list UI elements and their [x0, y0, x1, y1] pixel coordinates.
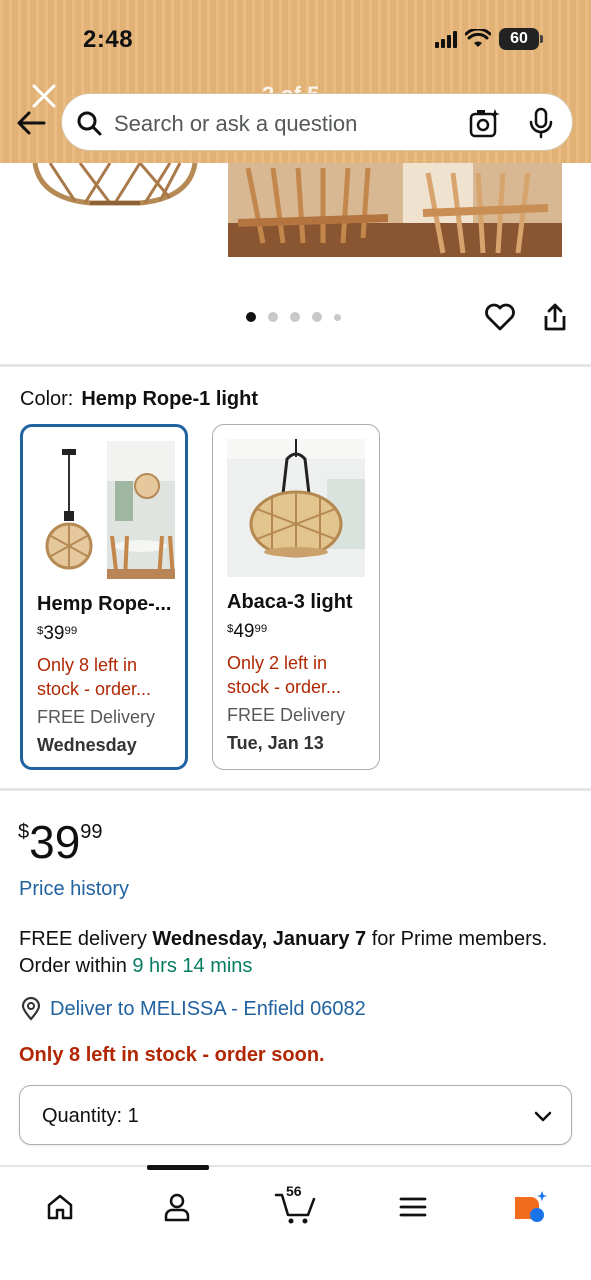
status-time: 2:48 — [83, 26, 134, 53]
variant-delivery: FREE Delivery — [37, 707, 156, 727]
cart-count: 56 — [286, 1183, 302, 1199]
quantity-label: Quantity: 1 — [42, 1105, 139, 1127]
divider — [0, 364, 591, 367]
menu-icon — [399, 1197, 427, 1217]
variant-stock: Only 2 left in stock - order... — [227, 651, 377, 699]
pendant-lamp-image — [32, 163, 198, 206]
variant-price-currency: $ — [227, 623, 234, 635]
variant-price-cents: 99 — [254, 623, 268, 635]
nav-home[interactable] — [40, 1187, 80, 1227]
delivery-info: FREE delivery Wednesday, January 7 for P… — [19, 926, 579, 980]
carousel-dot[interactable] — [268, 312, 278, 322]
variant-price: $4999 — [227, 621, 267, 643]
price-history-link[interactable]: Price history — [19, 878, 129, 901]
product-price: $3999 — [18, 815, 103, 869]
heart-icon[interactable] — [484, 302, 516, 332]
variant-name: Abaca-3 light — [227, 591, 353, 613]
variant-image — [227, 439, 365, 577]
variant-delivery: FREE Delivery — [227, 705, 346, 725]
order-within-prefix: Order within — [19, 955, 133, 977]
variant-delivery-date: Wednesday — [37, 735, 137, 755]
back-arrow-icon[interactable] — [14, 106, 48, 140]
camera-search-icon[interactable] — [468, 107, 500, 139]
microphone-icon[interactable] — [526, 107, 556, 139]
price-cents: 99 — [80, 821, 103, 843]
nav-account[interactable] — [157, 1187, 197, 1227]
nav-active-indicator — [147, 1165, 209, 1170]
status-icons: 60 — [435, 28, 543, 50]
variant-stock-line: Only 2 left in — [227, 653, 328, 673]
variant-stock-line: Only 8 left in — [37, 655, 138, 675]
stock-warning: Only 8 left in stock - order soon. — [19, 1044, 325, 1066]
carousel-pagination[interactable] — [246, 312, 341, 322]
variant-price-cents: 99 — [64, 625, 78, 637]
variant-stock-line: stock - order... — [227, 677, 342, 697]
share-icon[interactable] — [541, 302, 569, 332]
search-icon — [77, 111, 102, 136]
delivery-suffix: for Prime members. — [366, 928, 548, 950]
product-image-carousel[interactable] — [0, 163, 591, 363]
order-within-time: 9 hrs 14 mins — [132, 955, 253, 977]
color-label: Color: Hemp Rope-1 light — [20, 388, 258, 411]
search-input[interactable]: Search or ask a question — [114, 111, 357, 137]
nav-menu[interactable] — [393, 1187, 433, 1227]
variant-stock: Only 8 left in stock - order... — [37, 653, 187, 701]
price-dollars: 39 — [29, 816, 81, 868]
nav-rufus[interactable] — [510, 1187, 550, 1227]
person-icon — [164, 1193, 190, 1222]
variant-price-dollars: 39 — [43, 623, 65, 644]
variant-price-dollars: 49 — [233, 621, 255, 642]
variant-card-hemp-rope[interactable]: Hemp Rope-... $3999 Only 8 left in stock… — [20, 424, 188, 770]
room-photo — [228, 163, 562, 257]
nav-cart[interactable]: 56 — [272, 1183, 320, 1227]
variant-stock-line: stock - order... — [37, 679, 152, 699]
variant-card-abaca[interactable]: Abaca-3 light $4999 Only 2 left in stock… — [212, 424, 380, 770]
location-pin-icon — [21, 997, 41, 1021]
divider — [0, 788, 591, 791]
carousel-dot[interactable] — [290, 312, 300, 322]
delivery-prefix: FREE delivery — [19, 928, 153, 950]
carousel-dot[interactable] — [246, 312, 256, 322]
delivery-date: Wednesday, January 7 — [152, 928, 367, 950]
color-label-text: Color: — [20, 388, 74, 410]
search-bar[interactable]: Search or ask a question — [61, 93, 573, 151]
rufus-assistant-icon — [515, 1191, 547, 1222]
variant-price: $3999 — [37, 623, 77, 645]
signal-icon — [435, 30, 457, 48]
variant-name: Hemp Rope-... — [37, 593, 172, 615]
variant-image — [45, 441, 175, 579]
price-currency: $ — [18, 821, 30, 843]
carousel-dot[interactable] — [312, 312, 322, 322]
color-selected-value: Hemp Rope-1 light — [81, 388, 259, 410]
variant-delivery-date: Tue, Jan 13 — [227, 733, 324, 753]
deliver-to-link[interactable]: Deliver to MELISSA - Enfield 06082 — [50, 998, 366, 1021]
wifi-icon — [465, 29, 491, 47]
battery-icon: 60 — [499, 28, 543, 50]
home-icon — [47, 1194, 73, 1220]
variant-price-currency: $ — [37, 625, 44, 637]
carousel-dot[interactable] — [334, 313, 341, 321]
quantity-select[interactable]: Quantity: 1 — [19, 1085, 572, 1145]
chevron-down-icon — [534, 1111, 552, 1122]
bottom-navigation: 56 — [0, 1165, 591, 1280]
header-bar: 2:48 60 2 of 5 Search or ask a question — [0, 0, 591, 163]
